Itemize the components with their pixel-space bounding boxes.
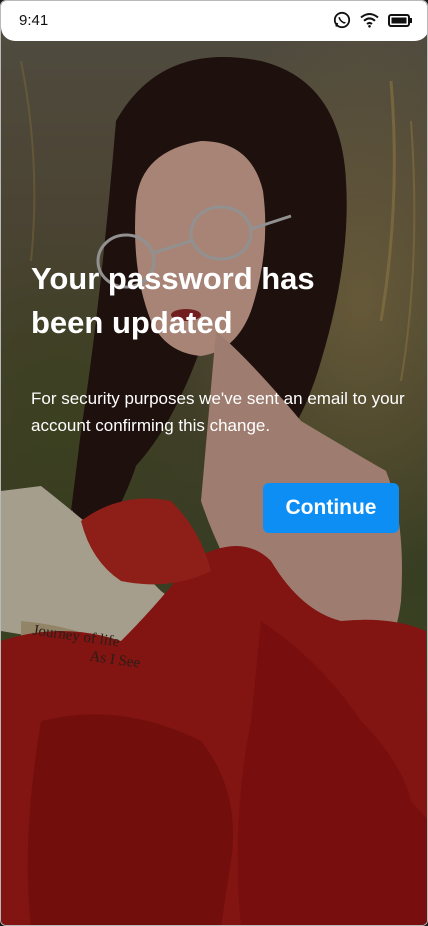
status-time: 9:41 — [19, 12, 49, 29]
continue-button[interactable]: Continue — [263, 483, 399, 533]
wifi-icon — [360, 12, 379, 28]
page-title: Your password has been updated — [31, 261, 315, 340]
battery-icon — [388, 13, 413, 27]
confirmation-message: For security purposes we've sent an emai… — [31, 389, 405, 435]
status-bar: 9:41 — [1, 1, 427, 41]
status-icons — [333, 11, 413, 29]
phone-screen: Journey of life As I See 9:41 Your passw… — [0, 0, 428, 926]
dark-overlay — [1, 1, 427, 925]
whatsapp-icon — [333, 11, 351, 29]
